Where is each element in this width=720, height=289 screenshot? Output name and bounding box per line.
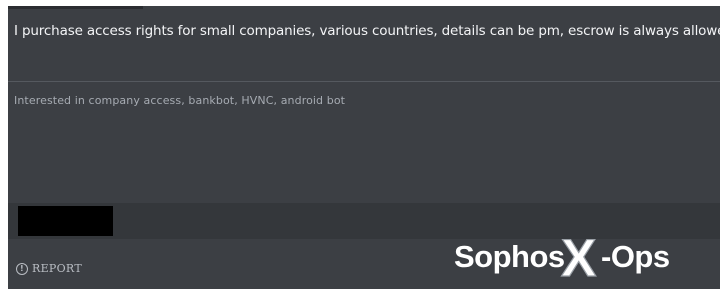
post-message: I purchase access rights for small compa… — [14, 23, 720, 39]
report-button[interactable]: ! REPORT — [16, 262, 82, 275]
post-signature: Interested in company access, bankbot, H… — [14, 94, 346, 107]
watermark-suffix: -Ops — [601, 239, 670, 274]
watermark-mark: X — [561, 229, 596, 284]
top-accent-bar — [8, 6, 143, 9]
sophos-xops-watermark: Sophos X -Ops — [454, 228, 670, 284]
redacted-block — [18, 206, 113, 236]
report-label: REPORT — [32, 262, 82, 275]
signature-divider — [8, 81, 720, 82]
alert-circle-icon: ! — [16, 262, 28, 275]
watermark-brand: Sophos — [454, 239, 565, 274]
